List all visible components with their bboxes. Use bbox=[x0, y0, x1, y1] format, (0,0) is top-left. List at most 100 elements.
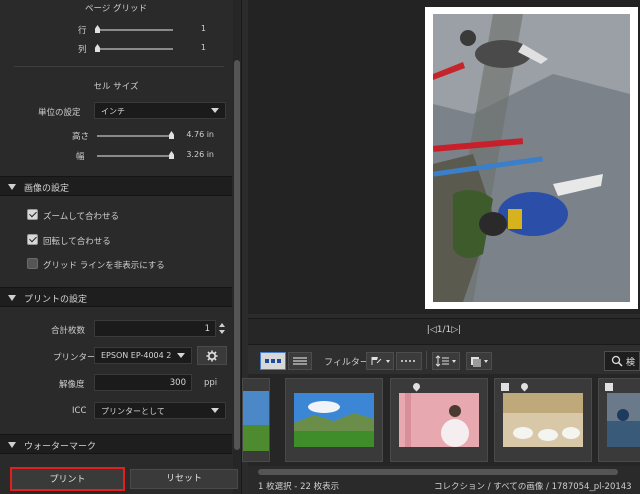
thumbnail[interactable] bbox=[598, 378, 640, 462]
chevron-down-icon bbox=[177, 353, 185, 358]
page-grid-title: ページ グリッド bbox=[84, 4, 148, 14]
print-settings-header[interactable]: プリントの設定 bbox=[0, 287, 232, 307]
unit-select[interactable]: インチ bbox=[94, 102, 226, 119]
sort-button[interactable] bbox=[432, 352, 460, 370]
sort-icon bbox=[435, 355, 456, 367]
print-settings-title: プリントの設定 bbox=[24, 295, 88, 305]
printer-select[interactable]: EPSON EP-4004 2 bbox=[94, 347, 192, 364]
width-slider-thumb[interactable] bbox=[169, 151, 174, 159]
page-indicator[interactable]: |◁1/1▷| bbox=[248, 325, 640, 335]
thumbnail-image bbox=[607, 393, 640, 447]
chevron-down-icon bbox=[211, 408, 219, 413]
hide-grid-label: グリッド ラインを非表示にする bbox=[43, 261, 165, 271]
grid-view-button[interactable] bbox=[260, 352, 286, 370]
unit-label: 単位の設定 bbox=[38, 108, 81, 118]
unit-select-value: インチ bbox=[101, 107, 125, 116]
hide-grid-checkbox[interactable] bbox=[27, 258, 38, 269]
more-filter-button[interactable] bbox=[396, 352, 422, 370]
icc-label: ICC bbox=[72, 406, 87, 416]
width-slider-track[interactable] bbox=[97, 155, 173, 157]
filter-label: フィルター: bbox=[324, 358, 372, 368]
collapse-triangle-icon bbox=[8, 442, 16, 448]
image-settings-title: 画像の設定 bbox=[24, 184, 70, 194]
copies-stepper[interactable] bbox=[218, 320, 226, 337]
thumbnail[interactable] bbox=[494, 378, 592, 462]
list-view-icon bbox=[293, 357, 307, 365]
panel-scrollbar[interactable] bbox=[233, 0, 241, 494]
thumbnail[interactable] bbox=[285, 378, 383, 462]
more-dots-icon bbox=[401, 360, 415, 362]
col-slider-track[interactable] bbox=[97, 48, 173, 50]
thumbnail[interactable] bbox=[242, 378, 270, 462]
thumbnail-image bbox=[243, 391, 269, 451]
cell-size-title: セル サイズ bbox=[93, 82, 139, 92]
background-color-button[interactable] bbox=[466, 352, 492, 370]
printer-label: プリンター bbox=[53, 353, 96, 363]
height-value: 4.76 in bbox=[186, 130, 214, 139]
collection-path: コレクション / すべての画像 / 1787054_pl-20143 bbox=[434, 482, 632, 492]
row-slider-track[interactable] bbox=[97, 29, 173, 31]
collapse-triangle-icon bbox=[8, 184, 16, 190]
reset-button[interactable]: リセット bbox=[130, 469, 238, 489]
selection-status: 1 枚選択 - 22 枚表示 bbox=[258, 482, 340, 492]
tag-icon bbox=[411, 381, 422, 392]
copies-label: 合計枚数 bbox=[51, 326, 86, 336]
list-view-button[interactable] bbox=[288, 352, 312, 370]
scrollbar-thumb[interactable] bbox=[234, 60, 240, 450]
height-slider-thumb[interactable] bbox=[169, 131, 174, 139]
thumbnail-image bbox=[503, 393, 583, 447]
zoom-fit-label: ズームして合わせる bbox=[43, 212, 119, 222]
row-value: 1 bbox=[200, 24, 206, 33]
edited-badge-icon bbox=[605, 383, 613, 391]
width-value: 3.26 in bbox=[186, 150, 214, 159]
thumbnail[interactable] bbox=[390, 378, 488, 462]
rotate-fit-checkbox[interactable] bbox=[27, 234, 38, 245]
stepper-up-icon[interactable] bbox=[219, 323, 225, 327]
zoom-fit-checkbox[interactable] bbox=[27, 209, 38, 220]
gear-icon bbox=[206, 350, 218, 362]
resolution-unit: ppi bbox=[204, 378, 218, 388]
resolution-label: 解像度 bbox=[59, 380, 85, 390]
search-icon bbox=[611, 355, 623, 367]
print-settings-panel: ページ グリッド 行 1 列 1 セル サイズ 単位の設定 インチ 高さ 4.7… bbox=[0, 0, 242, 494]
resolution-input[interactable]: 300 bbox=[94, 374, 192, 391]
width-label: 幅 bbox=[76, 152, 85, 162]
search-label: 検 bbox=[626, 358, 636, 368]
printer-select-value: EPSON EP-4004 2 bbox=[101, 351, 172, 360]
image-settings-header[interactable]: 画像の設定 bbox=[0, 176, 232, 196]
square-color-icon bbox=[471, 357, 488, 367]
chevron-down-icon bbox=[211, 108, 219, 113]
tag-icon bbox=[519, 381, 530, 392]
scrollbar-thumb[interactable] bbox=[258, 469, 618, 475]
col-label: 列 bbox=[78, 45, 87, 55]
watermark-header[interactable]: ウォーターマーク bbox=[0, 434, 232, 454]
height-slider-track[interactable] bbox=[97, 135, 173, 137]
printer-settings-button[interactable] bbox=[197, 346, 227, 365]
icc-select[interactable]: プリンターとして bbox=[94, 402, 226, 419]
col-value: 1 bbox=[200, 43, 206, 52]
search-box[interactable]: 検 bbox=[604, 351, 640, 371]
print-button[interactable]: プリント bbox=[10, 467, 125, 491]
status-bar: 1 枚選択 - 22 枚表示 コレクション / すべての画像 / 1787054… bbox=[248, 478, 640, 494]
grid-view-icon bbox=[265, 359, 281, 363]
toolbar-separator bbox=[426, 351, 427, 369]
preview-photo bbox=[433, 14, 630, 302]
col-slider-thumb[interactable] bbox=[95, 44, 100, 52]
filmstrip-scrollbar[interactable] bbox=[248, 466, 640, 478]
row-label: 行 bbox=[78, 26, 87, 36]
copies-input[interactable]: 1 bbox=[94, 320, 216, 337]
icc-select-value: プリンターとして bbox=[101, 407, 165, 416]
filmstrip-toolbar: フィルター: 検 bbox=[248, 344, 640, 374]
flag-filter-button[interactable] bbox=[366, 352, 394, 370]
divider bbox=[14, 66, 224, 67]
thumbnail-image bbox=[294, 393, 374, 447]
photo-image bbox=[433, 14, 630, 302]
stepper-down-icon[interactable] bbox=[219, 330, 225, 334]
rotate-fit-label: 回転して合わせる bbox=[43, 237, 111, 247]
row-slider-thumb[interactable] bbox=[95, 25, 100, 33]
flag-filter-icon bbox=[371, 357, 390, 365]
edited-badge-icon bbox=[501, 383, 509, 391]
collapse-triangle-icon bbox=[8, 295, 16, 301]
watermark-title: ウォーターマーク bbox=[24, 442, 97, 452]
height-label: 高さ bbox=[72, 132, 90, 142]
